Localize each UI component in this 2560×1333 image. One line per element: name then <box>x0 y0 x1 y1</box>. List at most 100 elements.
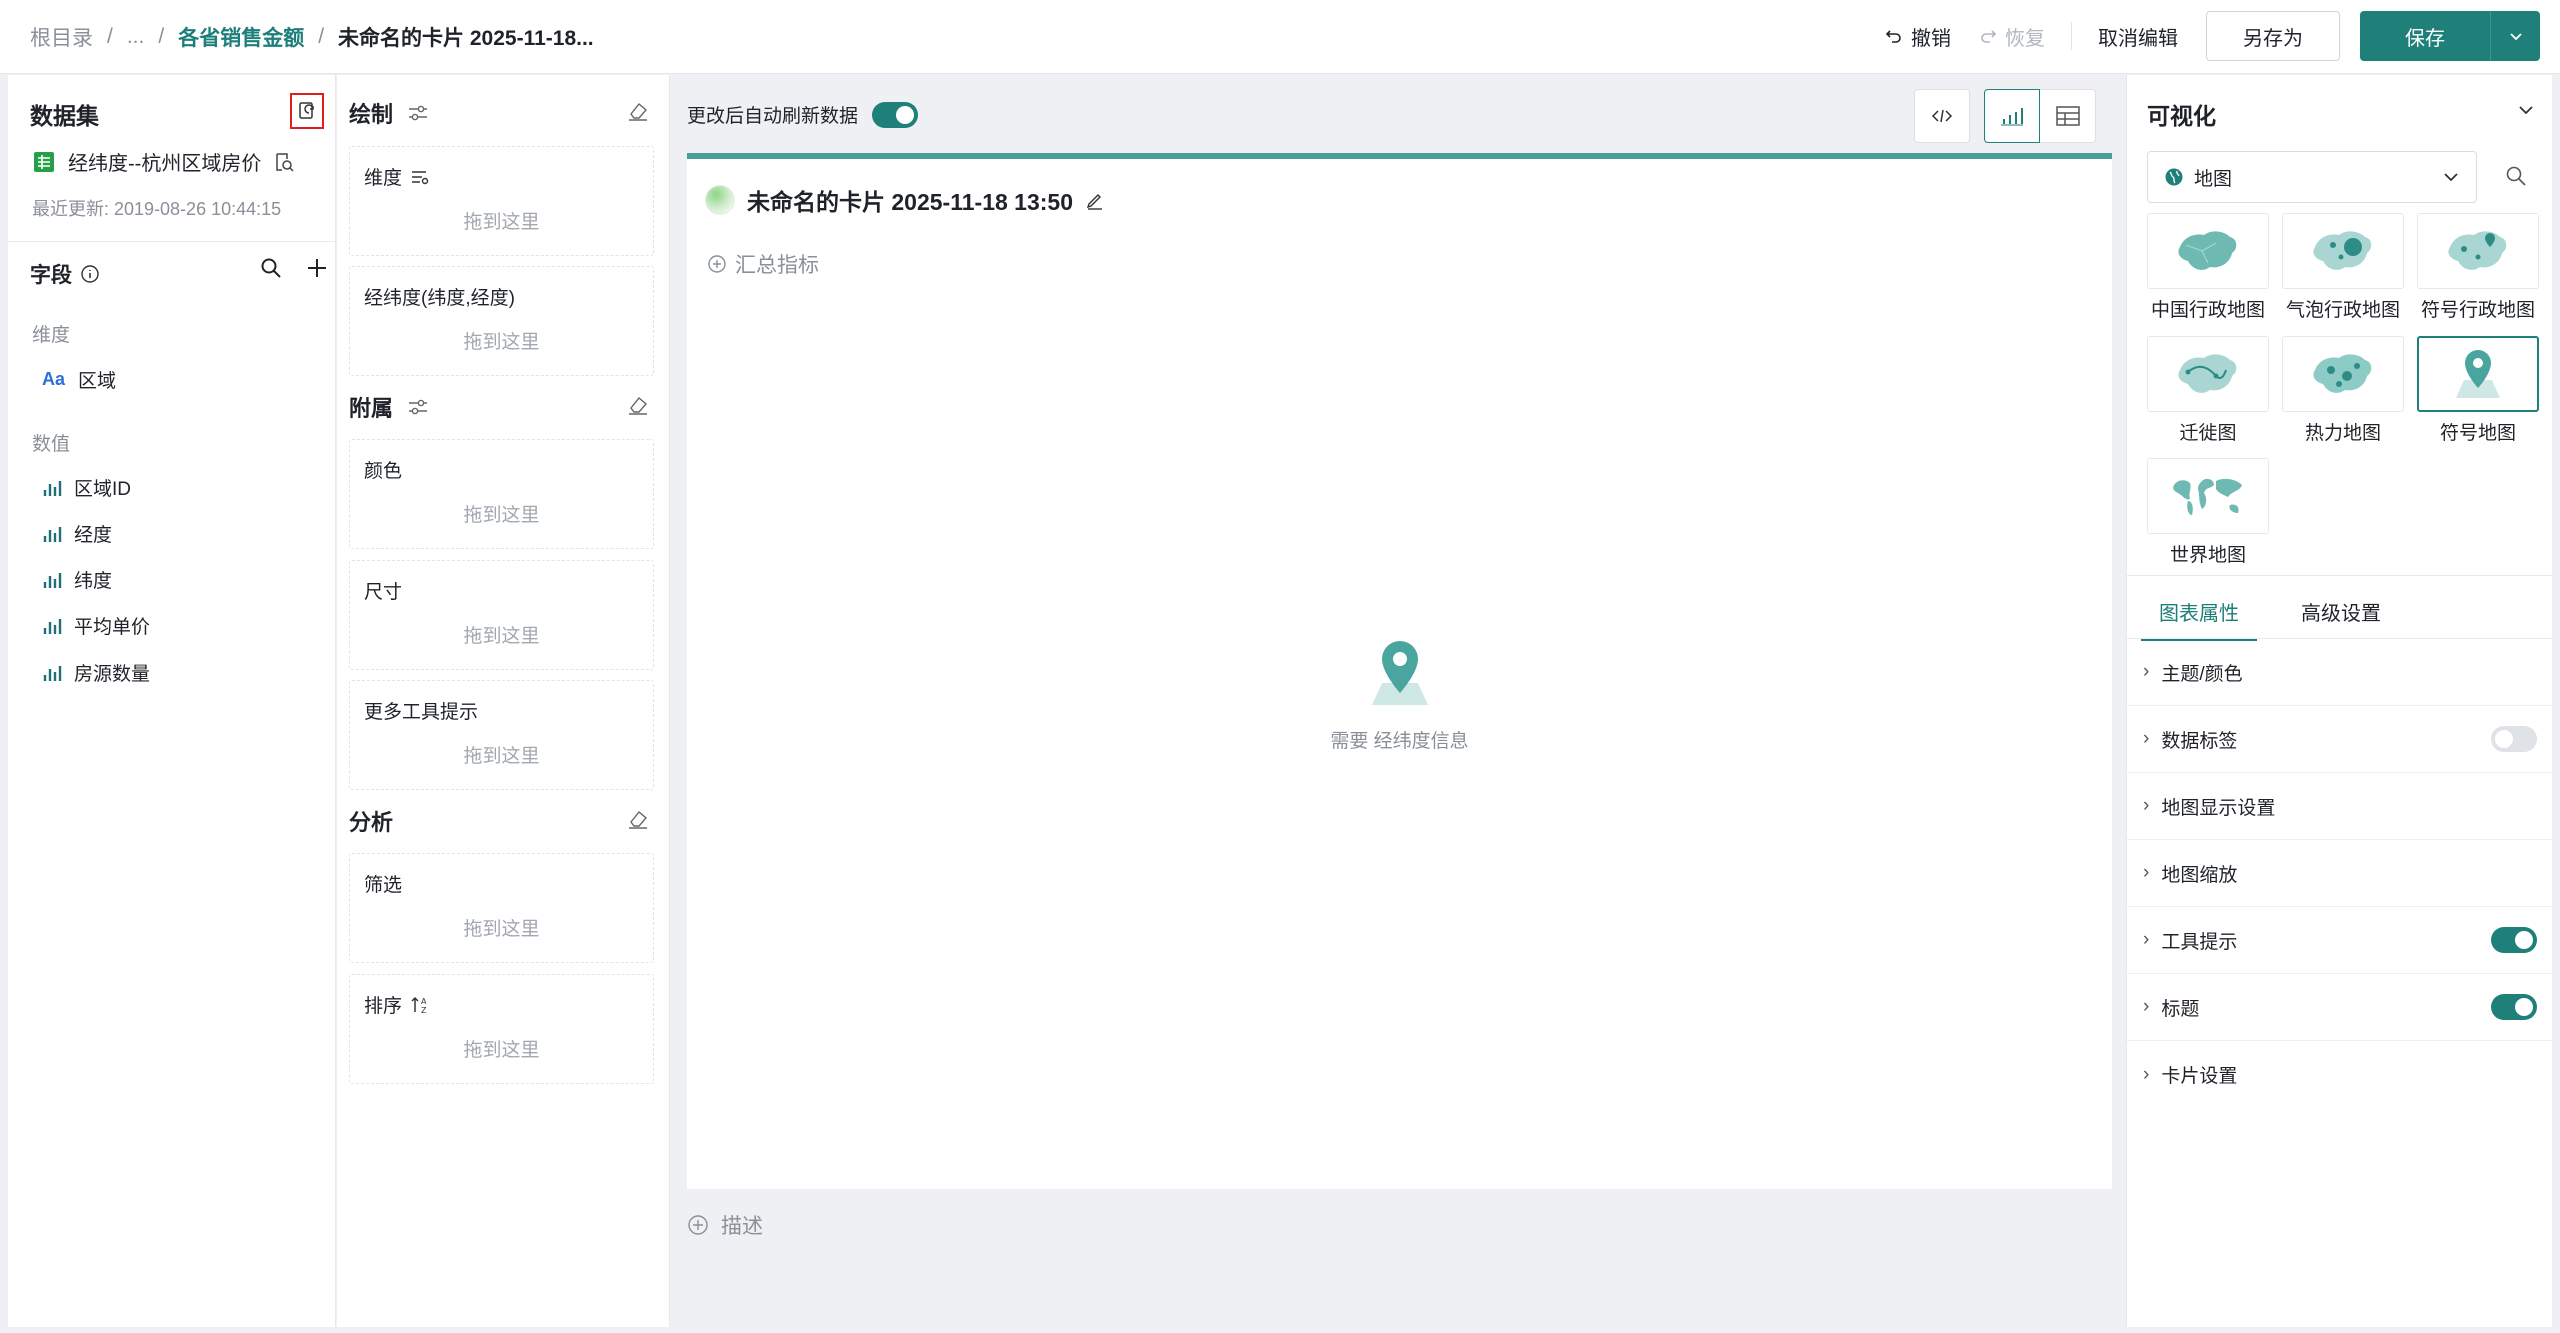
redo-icon <box>1981 30 1997 43</box>
tooltip-drop-zone[interactable]: 更多工具提示 拖到这里 <box>349 680 654 790</box>
draw-title: 绘制 <box>349 102 394 127</box>
breadcrumb-root[interactable]: 根目录 <box>30 22 93 52</box>
breadcrumb-parent[interactable]: 各省销售金额 <box>178 22 304 52</box>
chart-type-label: 符号地图 <box>2439 423 2516 444</box>
settings-sliders-icon[interactable] <box>407 103 429 123</box>
dataset-name[interactable]: 经纬度--杭州区域房价 <box>32 147 295 176</box>
property-label: 主题/颜色 <box>2161 663 2243 685</box>
property-map-zoom[interactable]: › 地图缩放 <box>2127 840 2553 907</box>
bar-measure-icon <box>43 480 62 496</box>
breadcrumb-separator: / <box>318 25 325 48</box>
measure-group-label: 数值 <box>32 434 71 455</box>
cancel-edit-button[interactable]: 取消编辑 <box>2084 22 2192 51</box>
save-as-button[interactable]: 另存为 <box>2206 11 2340 61</box>
field-measure[interactable]: 区域ID <box>42 474 131 501</box>
color-drop-zone[interactable]: 颜色 拖到这里 <box>349 439 654 549</box>
view-switcher <box>1914 89 2096 143</box>
chevron-right-icon: › <box>2143 929 2150 950</box>
property-theme-color[interactable]: › 主题/颜色 <box>2127 639 2553 706</box>
property-map-display[interactable]: › 地图显示设置 <box>2127 773 2553 840</box>
chart-type-migration-map[interactable]: 迁徙图 <box>2147 336 2269 445</box>
draw-section-title: 绘制 <box>349 97 429 129</box>
bar-chart-icon <box>2001 108 2023 126</box>
info-icon[interactable] <box>80 264 100 284</box>
tooltip-toggle[interactable] <box>2491 927 2537 953</box>
drop-hint: 拖到这里 <box>463 746 540 767</box>
title-toggle[interactable] <box>2491 994 2537 1020</box>
auto-refresh-toggle[interactable] <box>872 101 919 128</box>
analysis-title: 分析 <box>349 810 394 835</box>
field-dimension[interactable]: Aa 区域 <box>42 366 116 393</box>
eraser-icon[interactable] <box>627 395 649 415</box>
chevron-right-icon: › <box>2143 795 2150 816</box>
redo-button[interactable]: 恢复 <box>1965 22 2059 51</box>
field-measure[interactable]: 平均单价 <box>42 612 150 639</box>
refresh-icon <box>299 102 314 119</box>
dimension-drop-zone[interactable]: 维度 拖到这里 <box>349 146 654 256</box>
migration-map-icon <box>2147 336 2269 412</box>
describe-button[interactable]: 描述 <box>687 1210 763 1240</box>
drop-hint: 拖到这里 <box>463 212 540 233</box>
add-icon[interactable] <box>306 257 328 279</box>
chevron-right-icon: › <box>2143 1063 2150 1085</box>
world-map-icon <box>2147 458 2269 534</box>
search-icon[interactable] <box>260 257 282 279</box>
table-icon <box>2055 106 2080 126</box>
empty-state: 需要 经纬度信息 <box>687 637 2112 753</box>
property-tabs: 图表属性 高级设置 <box>2141 587 2387 641</box>
list-settings-icon[interactable] <box>410 169 430 185</box>
property-data-labels[interactable]: › 数据标签 <box>2127 706 2553 773</box>
latlng-drop-zone[interactable]: 经纬度(纬度,经度) 拖到这里 <box>349 266 654 376</box>
property-label: 数据标签 <box>2161 730 2238 752</box>
drop-hint: 拖到这里 <box>463 626 540 647</box>
card-title-text[interactable]: 未命名的卡片 2025-11-18 13:50 <box>747 183 1073 217</box>
property-title[interactable]: › 标题 <box>2127 974 2553 1041</box>
chart-type-symbol-admin-map[interactable]: 符号行政地图 <box>2417 213 2539 322</box>
code-view-button[interactable] <box>1914 89 1970 143</box>
chart-type-label: 世界地图 <box>2169 545 2246 566</box>
undo-button[interactable]: 撤销 <box>1871 22 1965 51</box>
save-dropdown-button[interactable] <box>2490 11 2540 61</box>
dataset-refresh-button[interactable] <box>290 93 324 129</box>
undo-icon <box>1885 30 1901 43</box>
chart-view-button[interactable] <box>1984 89 2040 143</box>
eraser-icon[interactable] <box>627 101 649 121</box>
chart-type-select[interactable]: 地图 <box>2147 151 2477 203</box>
bar-measure-icon <box>43 665 62 681</box>
edit-pencil-icon[interactable] <box>1085 190 1105 210</box>
chart-type-world-map[interactable]: 世界地图 <box>2147 458 2269 567</box>
chart-type-heat-map[interactable]: 热力地图 <box>2282 336 2404 445</box>
summary-metric-button[interactable]: 汇总指标 <box>707 249 819 279</box>
settings-sliders-icon[interactable] <box>407 397 429 417</box>
search-icon[interactable] <box>2505 165 2527 187</box>
chart-type-bubble-map[interactable]: 气泡行政地图 <box>2282 213 2404 322</box>
chart-type-symbol-map[interactable]: 符号地图 <box>2417 336 2539 445</box>
property-card-settings[interactable]: › 卡片设置 <box>2127 1041 2553 1108</box>
chevron-down-icon <box>2509 33 2522 41</box>
divider <box>2127 575 2553 576</box>
breadcrumb-ellipsis[interactable]: ... <box>127 25 145 49</box>
property-tooltip[interactable]: › 工具提示 <box>2127 907 2553 974</box>
view-toggle-group <box>1984 89 2096 143</box>
sort-icon[interactable]: AZ <box>410 995 430 1015</box>
card-title: 未命名的卡片 2025-11-18 13:50 <box>705 183 1105 217</box>
map-pin-icon <box>1371 641 1428 705</box>
dataset-updated-time: 最近更新: 2019-08-26 10:44:15 <box>32 199 282 219</box>
preview-search-icon[interactable] <box>273 151 295 173</box>
table-view-button[interactable] <box>2040 89 2096 143</box>
chevron-down-icon[interactable] <box>2517 101 2535 119</box>
save-button[interactable]: 保存 <box>2360 11 2490 61</box>
divider <box>8 241 336 242</box>
chart-type-china-map[interactable]: 中国行政地图 <box>2147 213 2269 322</box>
eraser-icon[interactable] <box>627 809 649 829</box>
field-measure[interactable]: 纬度 <box>42 566 112 593</box>
size-drop-zone[interactable]: 尺寸 拖到这里 <box>349 560 654 670</box>
breadcrumb-separator: / <box>158 25 165 48</box>
field-measure[interactable]: 房源数量 <box>42 659 150 686</box>
sort-drop-zone[interactable]: 排序 AZ 拖到这里 <box>349 974 654 1084</box>
tab-advanced-settings[interactable]: 高级设置 <box>2295 587 2387 641</box>
filter-drop-zone[interactable]: 筛选 拖到这里 <box>349 853 654 963</box>
tab-chart-properties[interactable]: 图表属性 <box>2141 587 2257 641</box>
field-measure[interactable]: 经度 <box>42 520 112 547</box>
data-labels-toggle[interactable] <box>2491 726 2537 752</box>
